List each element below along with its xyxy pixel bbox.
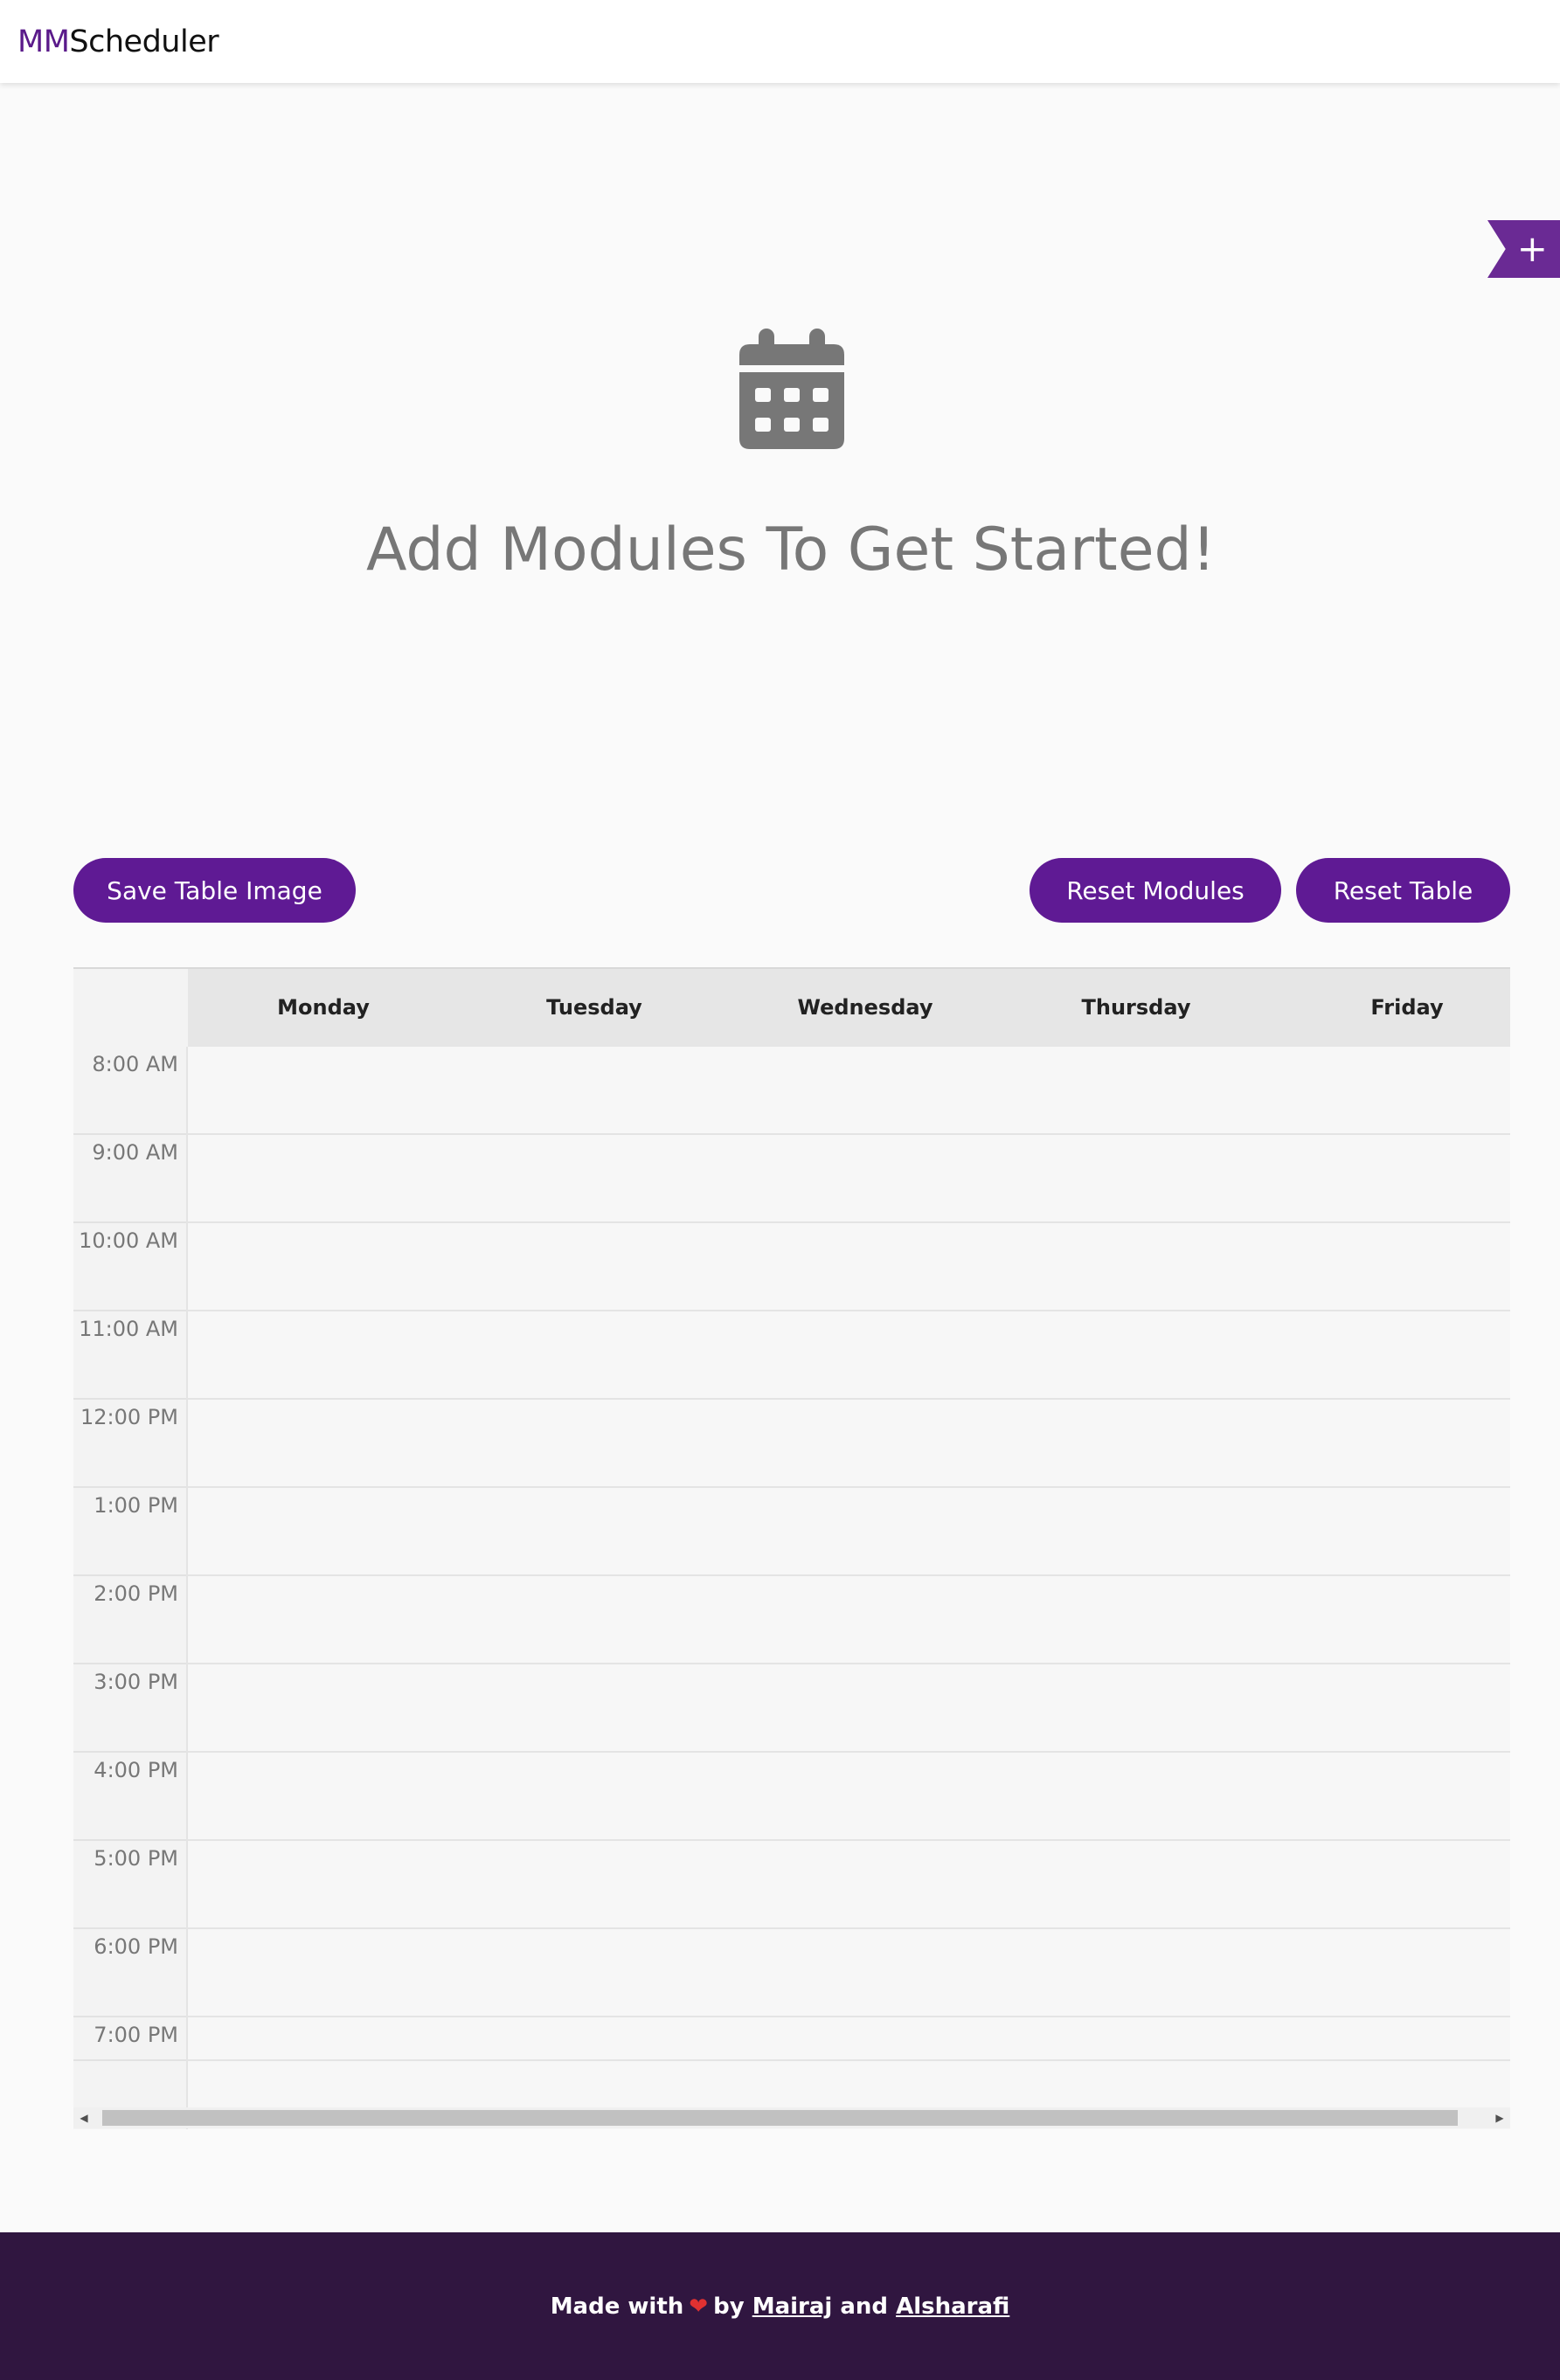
author-link-mairaj[interactable]: Mairaj [752, 2294, 833, 2320]
day-header-thursday: Thursday [1081, 995, 1191, 1020]
scrollbar-thumb[interactable] [102, 2110, 1458, 2126]
time-label: 5:00 PM [94, 1846, 178, 1871]
heart-icon: ❤ [689, 2293, 709, 2320]
time-slot: 8:00 AM [73, 1047, 186, 1135]
schedule-grid[interactable] [188, 1047, 1510, 2129]
time-column: 8:00 AM 9:00 AM 10:00 AM 11:00 AM 12:00 … [73, 1047, 188, 2129]
save-table-image-button[interactable]: Save Table Image [73, 858, 356, 923]
time-label: 2:00 PM [94, 1581, 178, 1606]
time-slot: 12:00 PM [73, 1400, 186, 1488]
add-module-button[interactable]: + [1487, 220, 1560, 278]
plus-icon: + [1516, 227, 1548, 270]
time-label: 6:00 PM [94, 1934, 178, 1959]
time-slot: 10:00 AM [73, 1223, 186, 1311]
time-slot: 5:00 PM [73, 1841, 186, 1929]
timetable: Monday Tuesday Wednesday Thursday Friday… [73, 967, 1510, 2129]
grid-row[interactable] [188, 1664, 1510, 1753]
time-slot: 9:00 AM [73, 1135, 186, 1223]
horizontal-scrollbar[interactable]: ◀ ▶ [73, 2107, 1510, 2128]
grid-row[interactable] [188, 2017, 1510, 2061]
empty-state-title: Add Modules To Get Started! [366, 515, 1216, 585]
time-slot: 2:00 PM [73, 1576, 186, 1664]
day-header-wednesday: Wednesday [797, 995, 933, 1020]
author-link-alsharafi[interactable]: Alsharafi [896, 2294, 1009, 2320]
grid-row[interactable] [188, 2061, 1510, 2105]
logo-suffix: Scheduler [69, 24, 219, 59]
grid-row[interactable] [188, 1488, 1510, 1576]
calendar-icon [739, 329, 844, 449]
time-label: 10:00 AM [79, 1228, 178, 1253]
time-label: 8:00 AM [92, 1052, 178, 1076]
grid-row[interactable] [188, 1929, 1510, 2017]
day-header-tuesday: Tuesday [546, 995, 642, 1020]
grid-row[interactable] [188, 1400, 1510, 1488]
grid-row[interactable] [188, 1841, 1510, 1929]
grid-row[interactable] [188, 1311, 1510, 1400]
time-label: 12:00 PM [80, 1405, 178, 1429]
app-logo[interactable]: MMScheduler [17, 24, 219, 59]
footer-by: by [713, 2293, 745, 2320]
time-slot [73, 2061, 186, 2105]
grid-row[interactable] [188, 1223, 1510, 1311]
logo-prefix: MM [17, 24, 70, 59]
time-slot: 11:00 AM [73, 1311, 186, 1400]
time-label: 1:00 PM [94, 1493, 178, 1518]
reset-table-button[interactable]: Reset Table [1296, 858, 1510, 923]
day-header-monday: Monday [277, 995, 370, 1020]
footer: Made with ❤ by Mairaj and Alsharafi [0, 2232, 1560, 2380]
time-slot: 3:00 PM [73, 1664, 186, 1753]
time-label: 4:00 PM [94, 1758, 178, 1782]
footer-text: Made with [550, 2293, 684, 2320]
time-slot: 7:00 PM [73, 2017, 186, 2061]
timetable-corner [73, 967, 188, 1047]
grid-row[interactable] [188, 1047, 1510, 1135]
scroll-right-arrow-icon[interactable]: ▶ [1489, 2107, 1510, 2128]
time-label: 3:00 PM [94, 1670, 178, 1694]
reset-modules-button[interactable]: Reset Modules [1030, 858, 1281, 923]
grid-row[interactable] [188, 1135, 1510, 1223]
time-label: 11:00 AM [79, 1317, 178, 1341]
scroll-left-arrow-icon[interactable]: ◀ [73, 2107, 94, 2128]
day-header-friday: Friday [1370, 995, 1444, 1020]
grid-row[interactable] [188, 1753, 1510, 1841]
app-header: MMScheduler [0, 0, 1560, 83]
day-header-row: Monday Tuesday Wednesday Thursday Friday [188, 967, 1510, 1047]
time-slot: 4:00 PM [73, 1753, 186, 1841]
time-slot: 6:00 PM [73, 1929, 186, 2017]
footer-and: and [840, 2293, 889, 2320]
grid-row[interactable] [188, 1576, 1510, 1664]
time-label: 9:00 AM [92, 1140, 178, 1165]
time-label: 7:00 PM [94, 2023, 178, 2047]
time-slot: 1:00 PM [73, 1488, 186, 1576]
